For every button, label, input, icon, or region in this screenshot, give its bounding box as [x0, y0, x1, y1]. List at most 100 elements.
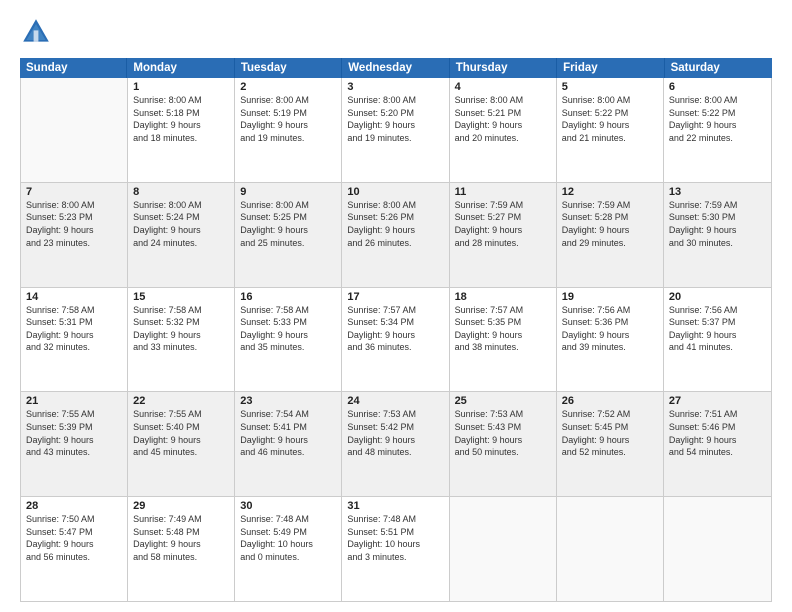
cell-info-line: Daylight: 9 hours [133, 224, 229, 237]
logo [20, 16, 56, 48]
calendar-cell: 19Sunrise: 7:56 AMSunset: 5:36 PMDayligh… [557, 288, 664, 392]
day-number: 6 [669, 81, 766, 93]
cell-info-line: Sunset: 5:32 PM [133, 316, 229, 329]
cell-info-line: Sunrise: 7:57 AM [455, 304, 551, 317]
cell-info-line: Daylight: 9 hours [347, 434, 443, 447]
day-number: 16 [240, 291, 336, 303]
day-number: 30 [240, 500, 336, 512]
cell-info-line: Sunrise: 7:58 AM [133, 304, 229, 317]
cell-info-line: and 48 minutes. [347, 446, 443, 459]
cell-info-line: Sunset: 5:43 PM [455, 421, 551, 434]
day-number: 22 [133, 395, 229, 407]
calendar-cell: 4Sunrise: 8:00 AMSunset: 5:21 PMDaylight… [450, 78, 557, 182]
cell-info-line: Daylight: 9 hours [562, 119, 658, 132]
cell-info-line: and 56 minutes. [26, 551, 122, 564]
day-number: 14 [26, 291, 122, 303]
cell-info-line: Sunset: 5:19 PM [240, 107, 336, 120]
calendar-cell: 12Sunrise: 7:59 AMSunset: 5:28 PMDayligh… [557, 183, 664, 287]
cell-info-line: Sunrise: 7:56 AM [562, 304, 658, 317]
calendar-cell: 29Sunrise: 7:49 AMSunset: 5:48 PMDayligh… [128, 497, 235, 601]
calendar-cell: 28Sunrise: 7:50 AMSunset: 5:47 PMDayligh… [21, 497, 128, 601]
calendar-header: SundayMondayTuesdayWednesdayThursdayFrid… [20, 58, 772, 78]
cell-info-line: Sunset: 5:41 PM [240, 421, 336, 434]
day-number: 12 [562, 186, 658, 198]
cell-info-line: Sunset: 5:33 PM [240, 316, 336, 329]
cell-info-line: and 36 minutes. [347, 341, 443, 354]
cell-info-line: and 18 minutes. [133, 132, 229, 145]
cell-info-line: Sunrise: 7:58 AM [26, 304, 122, 317]
cell-info-line: Daylight: 9 hours [562, 224, 658, 237]
cell-info-line: and 26 minutes. [347, 237, 443, 250]
cell-info-line: Daylight: 9 hours [562, 434, 658, 447]
cell-info-line: and 25 minutes. [240, 237, 336, 250]
day-number: 31 [347, 500, 443, 512]
cell-info-line: Daylight: 9 hours [347, 119, 443, 132]
day-number: 8 [133, 186, 229, 198]
cell-info-line: Daylight: 9 hours [240, 119, 336, 132]
cell-info-line: Sunrise: 8:00 AM [455, 94, 551, 107]
calendar-row-0: 1Sunrise: 8:00 AMSunset: 5:18 PMDaylight… [21, 78, 771, 183]
day-number: 5 [562, 81, 658, 93]
cell-info-line: Daylight: 9 hours [669, 119, 766, 132]
day-number: 23 [240, 395, 336, 407]
cell-info-line: Sunset: 5:40 PM [133, 421, 229, 434]
cell-info-line: Daylight: 9 hours [455, 329, 551, 342]
day-number: 19 [562, 291, 658, 303]
cell-info-line: Daylight: 9 hours [455, 119, 551, 132]
cell-info-line: Sunset: 5:46 PM [669, 421, 766, 434]
cell-info-line: Daylight: 9 hours [26, 434, 122, 447]
cell-info-line: Sunset: 5:27 PM [455, 211, 551, 224]
calendar-row-2: 14Sunrise: 7:58 AMSunset: 5:31 PMDayligh… [21, 288, 771, 393]
cell-info-line: Sunrise: 8:00 AM [347, 94, 443, 107]
cell-info-line: Sunset: 5:21 PM [455, 107, 551, 120]
day-number: 15 [133, 291, 229, 303]
calendar-cell: 18Sunrise: 7:57 AMSunset: 5:35 PMDayligh… [450, 288, 557, 392]
cell-info-line: Sunset: 5:22 PM [669, 107, 766, 120]
cell-info-line: Daylight: 10 hours [240, 538, 336, 551]
calendar-cell: 2Sunrise: 8:00 AMSunset: 5:19 PMDaylight… [235, 78, 342, 182]
cell-info-line: Daylight: 9 hours [26, 538, 122, 551]
cell-info-line: and 41 minutes. [669, 341, 766, 354]
cell-info-line: and 46 minutes. [240, 446, 336, 459]
cell-info-line: Sunset: 5:39 PM [26, 421, 122, 434]
cell-info-line: Daylight: 9 hours [240, 329, 336, 342]
cell-info-line: Sunset: 5:36 PM [562, 316, 658, 329]
cell-info-line: and 58 minutes. [133, 551, 229, 564]
cell-info-line: Sunset: 5:34 PM [347, 316, 443, 329]
cell-info-line: Daylight: 9 hours [669, 434, 766, 447]
cell-info-line: Daylight: 10 hours [347, 538, 443, 551]
cell-info-line: Sunrise: 8:00 AM [562, 94, 658, 107]
calendar-cell: 23Sunrise: 7:54 AMSunset: 5:41 PMDayligh… [235, 392, 342, 496]
cell-info-line: Sunset: 5:42 PM [347, 421, 443, 434]
cell-info-line: Sunrise: 7:59 AM [562, 199, 658, 212]
cell-info-line: Sunrise: 7:51 AM [669, 408, 766, 421]
cell-info-line: and 0 minutes. [240, 551, 336, 564]
day-number: 21 [26, 395, 122, 407]
cell-info-line: Sunset: 5:48 PM [133, 526, 229, 539]
calendar-cell: 26Sunrise: 7:52 AMSunset: 5:45 PMDayligh… [557, 392, 664, 496]
cell-info-line: Sunset: 5:23 PM [26, 211, 122, 224]
cell-info-line: and 19 minutes. [347, 132, 443, 145]
cell-info-line: and 50 minutes. [455, 446, 551, 459]
cell-info-line: Daylight: 9 hours [26, 224, 122, 237]
cell-info-line: Daylight: 9 hours [240, 434, 336, 447]
calendar-cell: 3Sunrise: 8:00 AMSunset: 5:20 PMDaylight… [342, 78, 449, 182]
header-day-sunday: Sunday [20, 58, 127, 78]
day-number: 11 [455, 186, 551, 198]
cell-info-line: Daylight: 9 hours [133, 329, 229, 342]
logo-icon [20, 16, 52, 48]
page: SundayMondayTuesdayWednesdayThursdayFrid… [0, 0, 792, 612]
calendar-cell [450, 497, 557, 601]
calendar-cell: 14Sunrise: 7:58 AMSunset: 5:31 PMDayligh… [21, 288, 128, 392]
day-number: 10 [347, 186, 443, 198]
cell-info-line: Daylight: 9 hours [669, 224, 766, 237]
cell-info-line: and 28 minutes. [455, 237, 551, 250]
calendar-cell: 31Sunrise: 7:48 AMSunset: 5:51 PMDayligh… [342, 497, 449, 601]
calendar: SundayMondayTuesdayWednesdayThursdayFrid… [20, 58, 772, 602]
cell-info-line: Daylight: 9 hours [669, 329, 766, 342]
calendar-cell: 7Sunrise: 8:00 AMSunset: 5:23 PMDaylight… [21, 183, 128, 287]
cell-info-line: Sunrise: 8:00 AM [240, 94, 336, 107]
day-number: 17 [347, 291, 443, 303]
calendar-cell: 17Sunrise: 7:57 AMSunset: 5:34 PMDayligh… [342, 288, 449, 392]
day-number: 1 [133, 81, 229, 93]
